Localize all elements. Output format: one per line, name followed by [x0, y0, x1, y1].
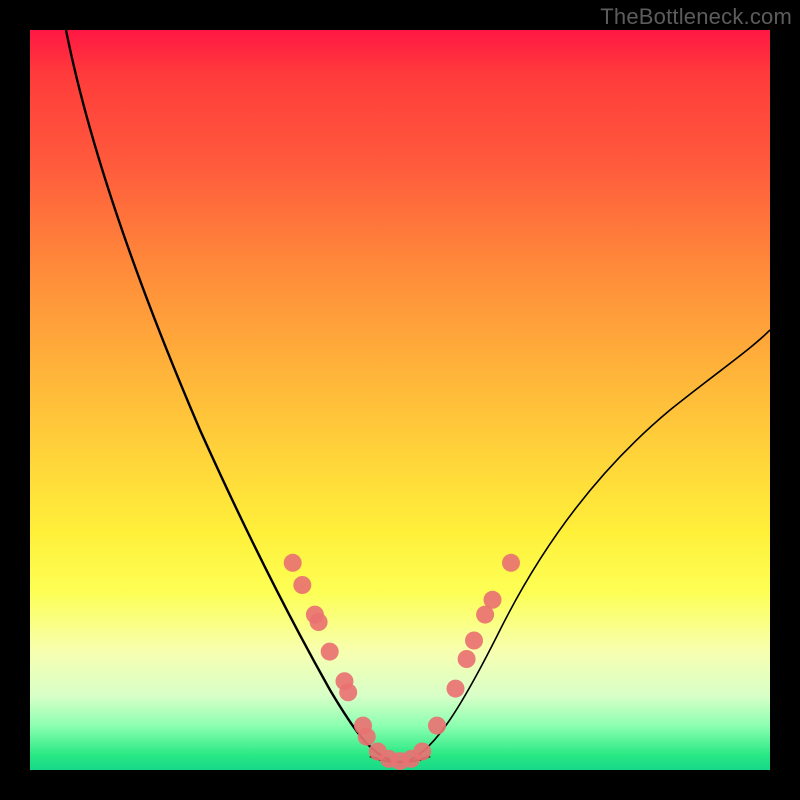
data-point — [428, 717, 446, 735]
data-point — [293, 576, 311, 594]
watermark-text: TheBottleneck.com — [600, 4, 792, 30]
data-point — [354, 717, 372, 735]
data-point — [458, 650, 476, 668]
data-point — [369, 743, 387, 761]
chart-svg — [30, 30, 770, 770]
data-point — [284, 554, 302, 572]
data-point-group — [284, 554, 520, 770]
right-branch-curve — [410, 330, 770, 760]
data-point — [465, 632, 483, 650]
valley-floor-curve — [370, 756, 430, 762]
chart-frame: TheBottleneck.com — [0, 0, 800, 800]
data-point — [391, 752, 409, 770]
data-point — [358, 728, 376, 746]
data-point — [447, 680, 465, 698]
data-point — [402, 750, 420, 768]
data-point — [484, 591, 502, 609]
data-point — [336, 672, 354, 690]
data-point — [339, 683, 357, 701]
data-point — [413, 743, 431, 761]
data-point — [502, 554, 520, 572]
data-point — [476, 606, 494, 624]
data-point — [310, 613, 328, 631]
data-point — [321, 643, 339, 661]
left-branch-curve — [66, 30, 390, 760]
data-point — [306, 606, 324, 624]
data-point — [380, 750, 398, 768]
plot-area — [30, 30, 770, 770]
